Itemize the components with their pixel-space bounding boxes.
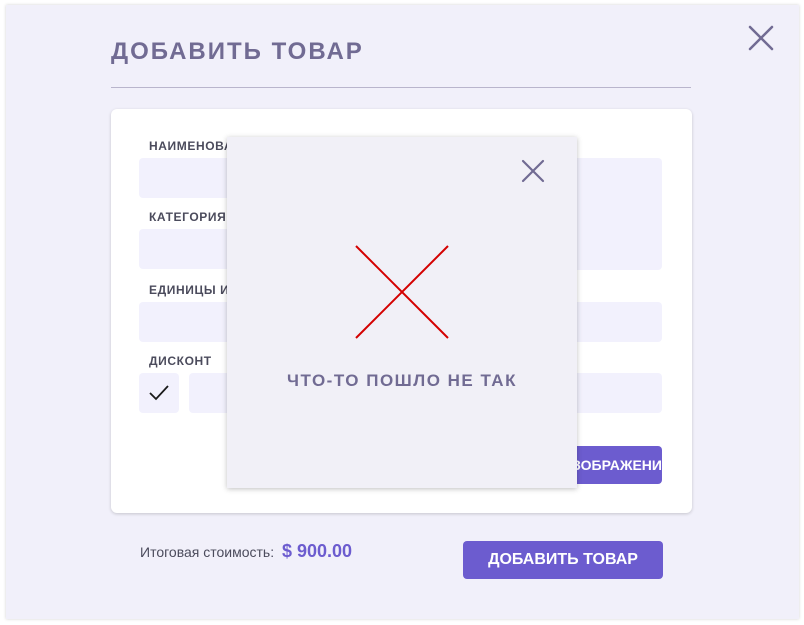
error-close-button[interactable] [521, 159, 551, 189]
error-message: ЧТО-ТО ПОШЛО НЕ ТАК [287, 371, 517, 390]
checkmark-icon [149, 385, 169, 401]
modal-close-button[interactable] [746, 23, 782, 59]
discount-label: ДИСКОНТ [149, 354, 212, 368]
modal-title: ДОБАВИТЬ ТОВАР [111, 38, 364, 65]
title-divider [111, 87, 691, 88]
total-label: Итоговая стоимость: [140, 544, 275, 560]
close-icon [748, 25, 774, 51]
category-label: КАТЕГОРИЯ [149, 210, 227, 224]
add-product-button[interactable]: ДОБАВИТЬ ТОВАР [463, 541, 663, 579]
discount-checkbox[interactable] [139, 373, 179, 413]
error-x-icon [355, 245, 449, 339]
total-price: Итоговая стоимость: $ 900.00 [140, 541, 352, 562]
close-icon [521, 159, 545, 183]
total-value: $ 900.00 [281, 541, 353, 561]
error-dialog: ЧТО-ТО ПОШЛО НЕ ТАК [227, 137, 577, 488]
